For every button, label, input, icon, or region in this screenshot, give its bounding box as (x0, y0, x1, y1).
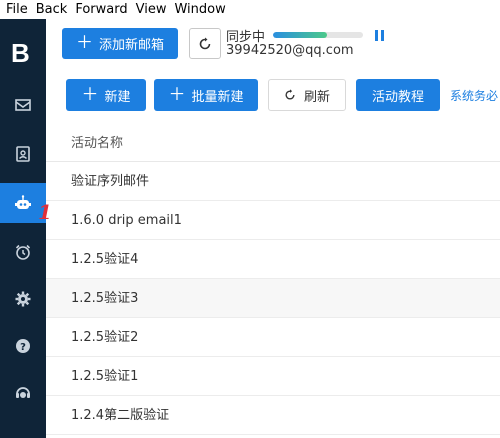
top-bar: ＋ 添加新邮箱 同步中 39942520@qq.com (46, 19, 500, 67)
refresh-icon (199, 37, 211, 49)
sync-progress-fill (273, 32, 327, 38)
batch-new-button[interactable]: ＋ 批量新建 (154, 79, 258, 111)
refresh-icon (285, 89, 295, 100)
sidebar: B ? (0, 19, 46, 438)
column-header-campaign-name: 活动名称 (46, 125, 500, 162)
tutorial-button[interactable]: 活动教程 (356, 79, 440, 111)
menu-file[interactable]: File (6, 2, 28, 17)
mail-icon (15, 99, 31, 111)
sync-button[interactable] (189, 28, 221, 59)
pause-icon[interactable] (375, 30, 385, 41)
sidebar-item-settings[interactable] (0, 279, 46, 319)
add-mailbox-button[interactable]: ＋ 添加新邮箱 (62, 28, 178, 59)
alarm-icon (15, 244, 31, 260)
table-row[interactable]: 1.2.5验证3 (46, 279, 500, 318)
contacts-icon (16, 146, 30, 162)
svg-text:?: ? (20, 342, 26, 353)
menu-forward[interactable]: Forward (75, 2, 127, 17)
table-row[interactable]: 1.2.5验证2 (46, 318, 500, 357)
account-email: 39942520@qq.com (226, 43, 354, 58)
sidebar-item-mail[interactable] (0, 85, 46, 125)
app-logo: B (11, 38, 30, 68)
campaign-table: 活动名称 验证序列邮件 1.6.0 drip email1 1.2.5验证4 1… (46, 125, 500, 438)
new-button-label: 新建 (104, 89, 131, 105)
table-row[interactable]: 1.6.0 drip email1 (46, 201, 500, 240)
plus-icon: ＋ (81, 84, 99, 105)
add-mailbox-label: 添加新邮箱 (98, 38, 164, 53)
menu-bar: File Back Forward View Window (0, 0, 500, 19)
sidebar-item-schedule[interactable] (0, 232, 46, 272)
plus-icon: ＋ (168, 84, 186, 105)
menu-window[interactable]: Window (174, 2, 225, 17)
tutorial-button-label: 活动教程 (371, 89, 424, 105)
refresh-button[interactable]: 刷新 (268, 79, 346, 111)
table-row[interactable]: 验证序列邮件 (46, 162, 500, 201)
table-row[interactable]: 1.2.5验证4 (46, 240, 500, 279)
menu-back[interactable]: Back (36, 2, 68, 17)
table-row[interactable]: 1.2.4第二版验证 (46, 396, 500, 435)
support-icon (16, 387, 30, 398)
help-icon: ? (16, 339, 30, 353)
sidebar-item-contacts[interactable] (0, 134, 46, 174)
robot-icon (15, 195, 31, 209)
plus-icon: ＋ (75, 33, 93, 53)
sidebar-item-support[interactable] (0, 373, 46, 413)
new-button[interactable]: ＋ 新建 (66, 79, 146, 111)
refresh-button-label: 刷新 (303, 89, 330, 105)
system-notice-link[interactable]: 系统务必 (450, 87, 498, 104)
sidebar-item-help[interactable]: ? (0, 326, 46, 366)
action-toolbar: ＋ 新建 ＋ 批量新建 刷新 活动教程 系统务必 (46, 67, 500, 125)
gear-icon (15, 291, 31, 307)
sync-progress-bar (273, 32, 363, 38)
batch-new-button-label: 批量新建 (191, 89, 244, 105)
menu-view[interactable]: View (136, 2, 167, 17)
table-row[interactable]: 1.2.5验证1 (46, 357, 500, 396)
